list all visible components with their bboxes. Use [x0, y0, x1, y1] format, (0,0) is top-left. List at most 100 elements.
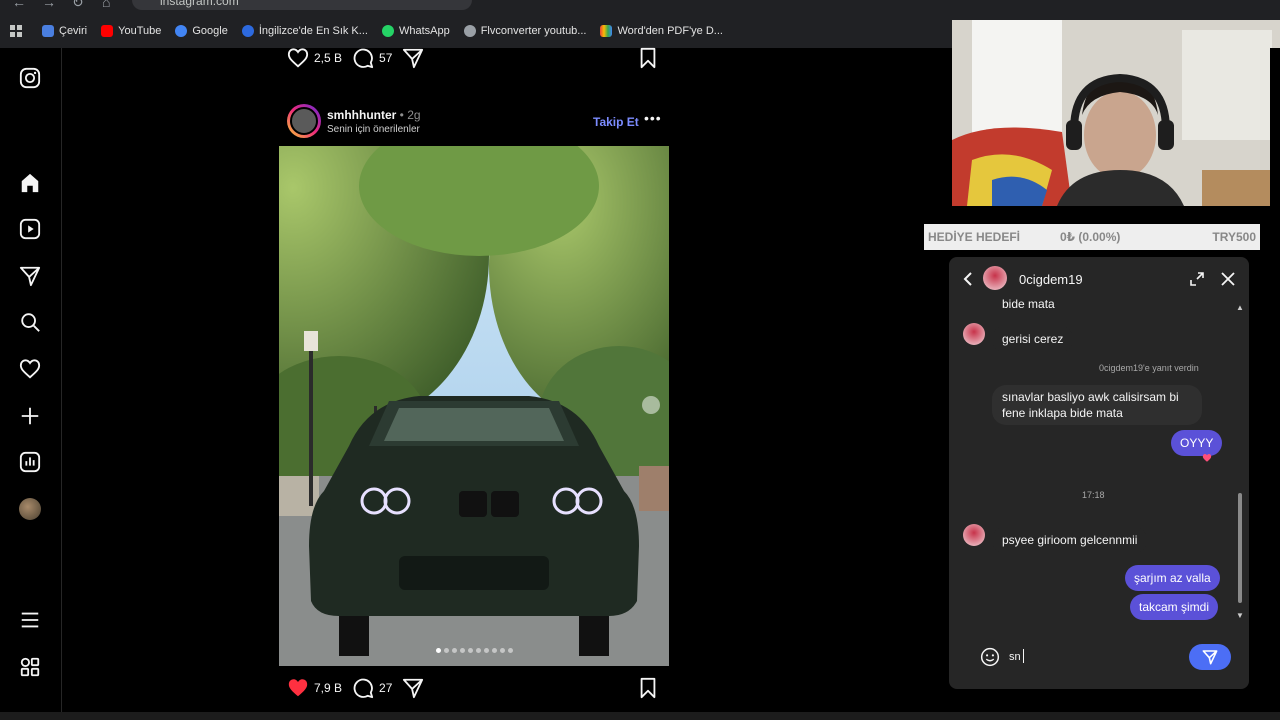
bookmark-icon[interactable]	[637, 677, 659, 699]
prev-post-actions: 2,5 B 57	[287, 46, 667, 70]
carousel-dot	[435, 648, 441, 653]
post-author-avatar[interactable]	[287, 104, 321, 138]
contact-avatar[interactable]	[983, 266, 1007, 290]
messages-icon[interactable]	[19, 265, 41, 287]
message-composer: sn	[967, 641, 1233, 675]
notifications-icon[interactable]	[19, 358, 41, 380]
bookmark-word-pdf[interactable]: Word'den PDF'ye D...	[600, 25, 723, 37]
more-options-button[interactable]: •••	[644, 110, 662, 126]
loading-icon	[241, 25, 254, 37]
liked-heart-icon[interactable]	[287, 677, 309, 699]
carousel-dot	[491, 648, 497, 653]
dashboard-icon[interactable]	[19, 451, 41, 473]
close-icon[interactable]	[1220, 271, 1236, 287]
menu-icon[interactable]	[19, 609, 41, 631]
forward-icon[interactable]: →	[42, 0, 56, 10]
replied-message-quote: sınavlar basliyo awk calisirsam bi fene …	[992, 385, 1202, 425]
carousel-dot	[475, 648, 481, 653]
contact-name[interactable]: 0cigdem19	[1019, 272, 1083, 287]
message-incoming: psyee girioom gelcennmii	[992, 526, 1148, 554]
text-cursor	[1023, 649, 1024, 663]
reels-icon[interactable]	[19, 218, 41, 240]
reply-note: 0cigdem19'e yanıt verdin	[1099, 363, 1199, 373]
home-icon[interactable]	[19, 172, 41, 194]
like-icon[interactable]	[287, 47, 309, 69]
page-scrollbar[interactable]	[1270, 48, 1280, 720]
comment-icon[interactable]	[352, 677, 374, 699]
bookmark-flvconverter[interactable]: Flvconverter youtub...	[463, 25, 586, 37]
post-header: smhhhunter • 2g Senin için önerilenler T…	[287, 104, 667, 140]
message-outgoing: şarjım az valla	[1125, 565, 1220, 591]
apps-icon[interactable]	[19, 656, 41, 678]
follow-button[interactable]: Takip Et	[593, 115, 639, 129]
share-icon[interactable]	[402, 47, 424, 69]
carousel-dot	[459, 648, 465, 653]
carousel-dot	[483, 648, 489, 653]
windows-taskbar	[0, 712, 1280, 720]
like-count: 2,5 B	[314, 51, 343, 65]
gift-goal-label: HEDİYE HEDEFİ	[928, 230, 1021, 244]
bookmarks-bar: Çeviri YouTube Google İngilizce'de En Sı…	[0, 20, 950, 42]
post-username[interactable]: smhhhunter • 2g	[327, 108, 421, 122]
message-outgoing: OYYY	[1171, 430, 1223, 456]
reload-icon[interactable]: ↻	[72, 0, 84, 11]
chat-window: 0cigdem19 bide mata gerisi cerez 0cigdem…	[949, 257, 1249, 689]
address-bar[interactable]: instagram.com	[132, 0, 472, 10]
send-button[interactable]	[1189, 644, 1231, 670]
google-icon	[175, 25, 188, 37]
bookmark-youtube[interactable]: YouTube	[101, 25, 161, 37]
youtube-icon	[101, 25, 114, 37]
post-image[interactable]	[279, 146, 669, 666]
carousel-dot	[443, 648, 449, 653]
back-icon[interactable]: ←	[12, 0, 26, 10]
bookmark-google[interactable]: Google	[175, 25, 228, 37]
translate-icon	[42, 25, 54, 37]
contact-avatar-small	[963, 323, 985, 345]
gift-goal-bar: HEDİYE HEDEFİ 0₺ (0.00%) TRY500	[924, 224, 1260, 250]
globe-icon	[463, 25, 476, 37]
profile-avatar[interactable]	[19, 498, 41, 520]
gift-goal-progress: 0₺ (0.00%)	[1060, 230, 1121, 244]
message-incoming: bide mata	[1002, 297, 1055, 310]
message-input[interactable]: sn	[1009, 651, 1021, 663]
message-outgoing: takcam şimdi	[1130, 594, 1219, 620]
bookmark-icon[interactable]	[637, 47, 659, 69]
chat-header: 0cigdem19	[949, 257, 1249, 301]
search-icon[interactable]	[19, 311, 41, 333]
carousel-indicator	[279, 648, 669, 653]
comment-icon[interactable]	[352, 47, 374, 69]
reaction-heart-icon[interactable]	[1202, 453, 1212, 463]
back-chevron-icon[interactable]	[961, 271, 975, 287]
message-incoming: gerisi cerez	[992, 325, 1074, 353]
create-icon[interactable]	[19, 405, 41, 427]
carousel-next-icon[interactable]	[642, 396, 660, 414]
comment-count: 57	[379, 51, 393, 65]
colorful-icon	[600, 25, 613, 37]
comment-count: 27	[379, 681, 393, 695]
carousel-dot	[467, 648, 473, 653]
post-suggested-label: Senin için önerilenler	[327, 124, 420, 135]
chat-scrollbar[interactable]: ▲ ▼	[1236, 303, 1244, 623]
carousel-dot	[507, 648, 513, 653]
expand-icon[interactable]	[1189, 271, 1205, 287]
instagram-logo-icon[interactable]	[19, 67, 41, 89]
contact-avatar-small	[963, 524, 985, 546]
gift-goal-target: TRY500	[1212, 230, 1256, 244]
emoji-icon[interactable]	[980, 647, 1000, 667]
whatsapp-icon	[381, 25, 394, 37]
post-actions: 7,9 B 27	[287, 676, 667, 700]
share-icon[interactable]	[402, 677, 424, 699]
bookmark-whatsapp[interactable]: WhatsApp	[381, 25, 450, 37]
carousel-dot	[499, 648, 505, 653]
webcam-overlay	[952, 20, 1280, 206]
bookmark-ingilizce[interactable]: İngilizce'de En Sık K...	[241, 25, 368, 37]
apps-grid-icon[interactable]	[10, 25, 22, 37]
instagram-sidebar	[0, 48, 62, 720]
chat-timestamp: 17:18	[1082, 490, 1105, 500]
like-count: 7,9 B	[314, 681, 343, 695]
send-icon	[1202, 650, 1218, 665]
bookmark-ceviri[interactable]: Çeviri	[42, 25, 87, 37]
home-browser-icon[interactable]: ⌂	[102, 0, 110, 10]
url-text: instagram.com	[160, 0, 239, 8]
carousel-dot	[451, 648, 457, 653]
